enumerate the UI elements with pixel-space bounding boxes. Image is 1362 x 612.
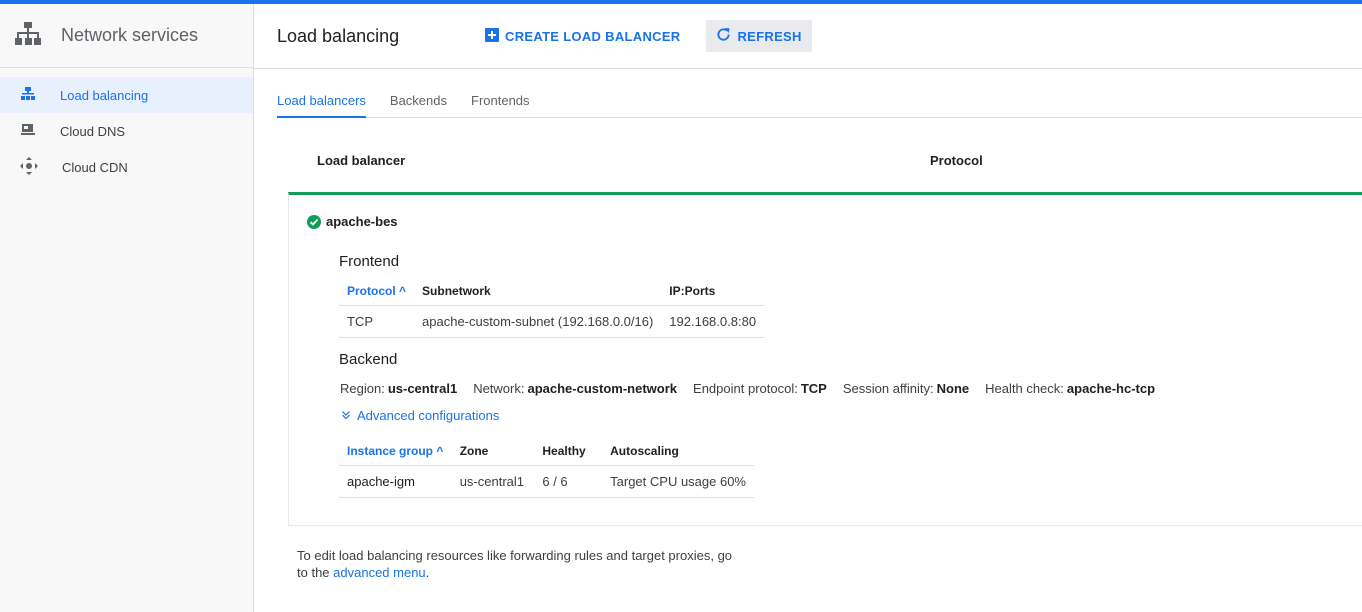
advanced-menu-link[interactable]: advanced menu [333, 565, 426, 580]
region-key: Region: [340, 381, 385, 396]
instance-group-autoscaling: Target CPU usage 60% [602, 465, 754, 498]
advanced-configurations-label: Advanced configurations [357, 408, 500, 423]
session-affinity-value: None [936, 381, 970, 396]
chevron-down-icon [341, 408, 351, 423]
refresh-icon [716, 27, 731, 45]
frontend-title: Frontend [339, 253, 400, 270]
table-row: TCP apache-custom-subnet (192.168.0.0/16… [339, 305, 765, 338]
load-balancing-icon [20, 86, 36, 105]
sidebar-title: Network services [61, 25, 199, 45]
refresh-label: REFRESH [737, 28, 802, 44]
backend-table: Instance group ^ Zone Healthy Autoscalin… [339, 437, 754, 498]
page-title: Load balancing [277, 25, 400, 46]
advanced-configurations-toggle[interactable]: Advanced configurations [341, 408, 499, 423]
refresh-button[interactable]: REFRESH [706, 20, 812, 52]
endpoint-protocol-key: Endpoint protocol: [693, 381, 798, 396]
footer-note: To edit load balancing resources like fo… [297, 547, 737, 581]
sidebar-item-cloud-dns[interactable]: Cloud DNS [0, 113, 253, 149]
add-box-icon [485, 27, 499, 45]
frontend-ipports: 192.168.0.8:80 [661, 305, 765, 338]
frontend-subnetwork: apache-custom-subnet (192.168.0.0/16) [414, 305, 662, 338]
frontend-protocol: TCP [339, 305, 415, 338]
network-services-icon [15, 22, 41, 49]
health-check-key: Health check: [985, 381, 1064, 396]
backend-title: Backend [339, 351, 398, 368]
network-value: apache-custom-network [527, 381, 678, 396]
tab-bar: Load balancers Backends Frontends [277, 84, 1362, 118]
tab-load-balancers[interactable]: Load balancers [277, 84, 366, 118]
load-balancer-name-row: apache-bes [307, 214, 398, 229]
frontend-header-ipports[interactable]: IP:Ports [661, 277, 765, 306]
check-circle-icon [307, 214, 321, 229]
sidebar-item-load-balancing[interactable]: Load balancing [0, 77, 253, 113]
main-header: Load balancing CREATE LOAD BALANCER REFR… [254, 4, 1362, 69]
dns-icon [20, 122, 36, 141]
region-value: us-central1 [387, 381, 458, 396]
backend-header-instance-group[interactable]: Instance group ^ [339, 437, 452, 466]
sidebar-item-label: Load balancing [60, 87, 149, 103]
backend-header-zone[interactable]: Zone [451, 437, 535, 466]
column-header-load-balancer[interactable]: Load balancer [317, 153, 405, 168]
sidebar-item-label: Cloud CDN [62, 159, 128, 175]
frontend-header-subnetwork[interactable]: Subnetwork [414, 277, 662, 306]
instance-group-name[interactable]: apache-igm [339, 465, 452, 498]
sidebar-item-label: Cloud DNS [60, 123, 126, 139]
backend-header-healthy[interactable]: Healthy [534, 437, 603, 466]
instance-group-zone: us-central1 [451, 465, 535, 498]
cdn-icon [20, 156, 38, 178]
tab-backends[interactable]: Backends [390, 84, 447, 118]
footer-end: . [425, 565, 430, 580]
tab-frontends[interactable]: Frontends [471, 84, 530, 118]
sidebar-item-cloud-cdn[interactable]: Cloud CDN [0, 149, 253, 185]
load-balancer-name[interactable]: apache-bes [326, 214, 398, 229]
instance-group-healthy: 6 / 6 [534, 465, 603, 498]
network-key: Network: [473, 381, 525, 396]
sidebar-header: Network services [0, 4, 253, 68]
sort-up-icon: ^ [436, 443, 444, 458]
endpoint-protocol-value: TCP [800, 381, 827, 396]
backend-meta: Region: us-central1 Network: apache-cust… [340, 381, 1171, 396]
session-affinity-key: Session affinity: [842, 381, 934, 396]
frontend-header-protocol[interactable]: Protocol ^ [339, 277, 415, 306]
sort-up-icon: ^ [399, 283, 407, 298]
load-balancer-card: apache-bes Frontend Protocol ^ Subnetwor… [288, 192, 1362, 526]
frontend-table: Protocol ^ Subnetwork IP:Ports TCP apach… [339, 277, 765, 338]
create-load-balancer-label: CREATE LOAD BALANCER [505, 28, 681, 44]
column-header-protocol[interactable]: Protocol [930, 153, 983, 168]
health-check-value: apache-hc-tcp [1066, 381, 1156, 396]
sidebar: Network services Load balancing Cloud DN… [0, 4, 254, 612]
backend-header-autoscaling[interactable]: Autoscaling [602, 437, 754, 466]
table-row: apache-igm us-central1 6 / 6 Target CPU … [339, 465, 754, 498]
create-load-balancer-button[interactable]: CREATE LOAD BALANCER [475, 20, 690, 52]
